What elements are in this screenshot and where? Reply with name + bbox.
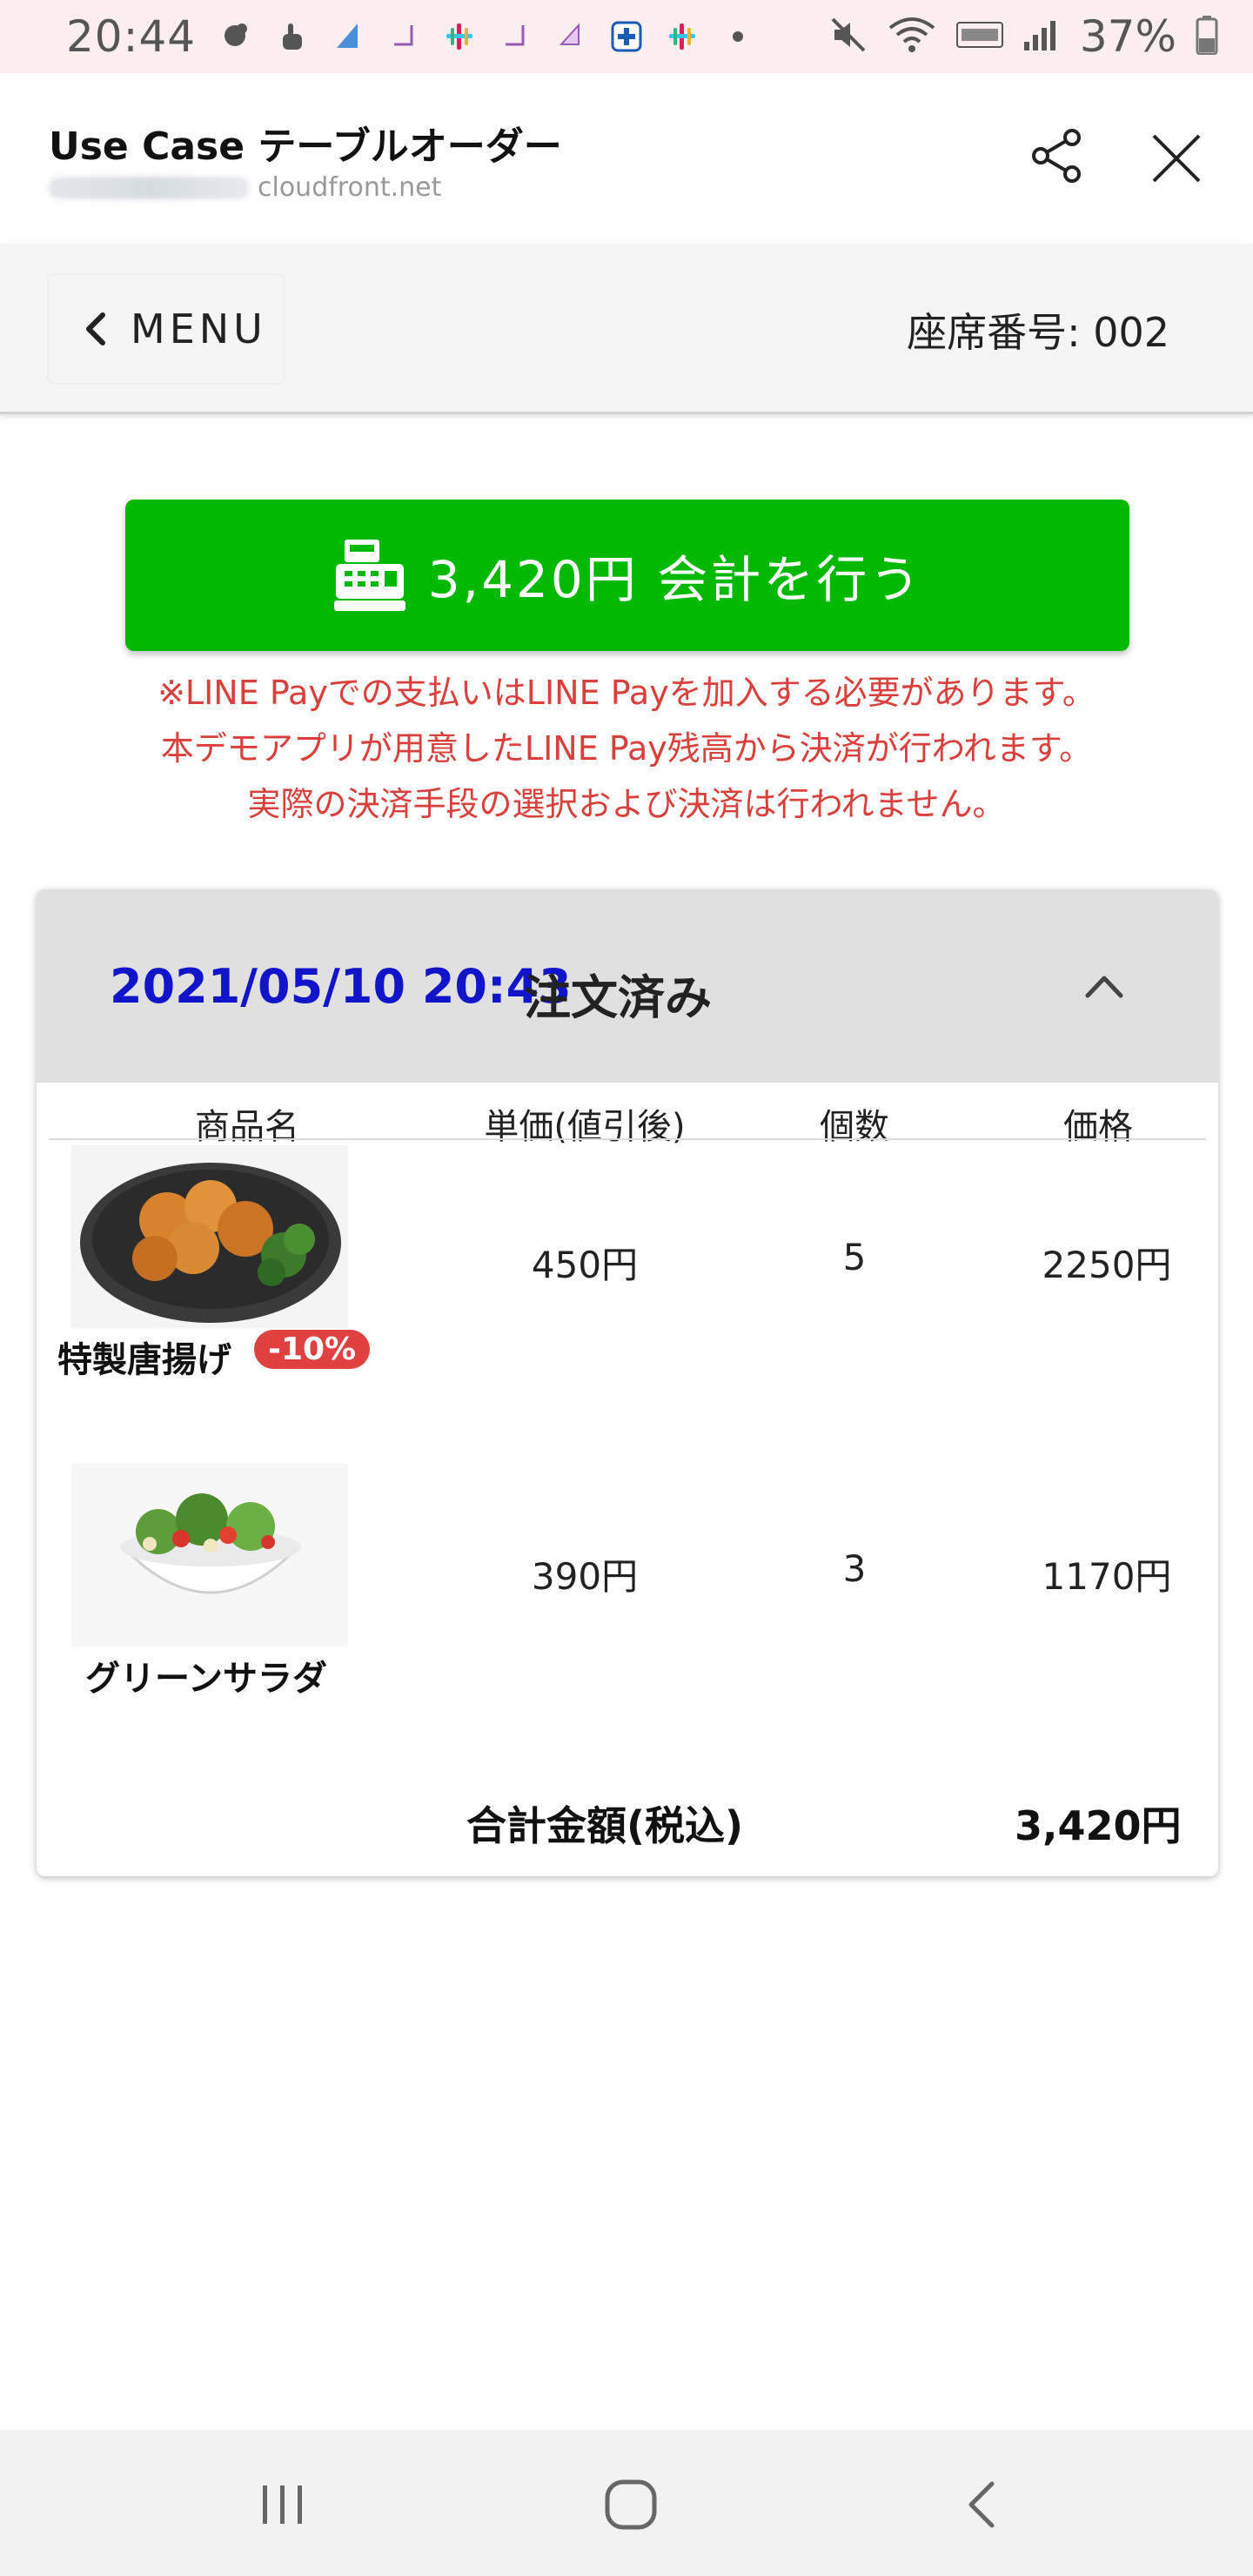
menu-label: MENU xyxy=(131,305,267,352)
notice-line: 実際の決済手段の選択および決済は行われません。 xyxy=(247,785,1006,823)
blurred-subdomain xyxy=(49,176,249,199)
browser-header: Use Case テーブルオーダー cloudfront.net xyxy=(0,73,1253,244)
column-header-unit-price: 単価(値引後) xyxy=(484,1107,686,1147)
domain-text: cloudfront.net xyxy=(258,172,442,203)
home-icon[interactable] xyxy=(600,2477,661,2532)
item-qty: 3 xyxy=(842,1547,867,1590)
battery-percent: 37% xyxy=(1079,11,1176,62)
app-header: MENU 座席番号: 002 xyxy=(0,244,1253,414)
seat-number: 座席番号: 002 xyxy=(907,309,1169,356)
triangle-app-icon xyxy=(332,20,365,53)
purple-app-icon xyxy=(499,20,532,53)
header-divider xyxy=(49,1138,1206,1140)
item-price: 2250円 xyxy=(1042,1244,1172,1286)
url-bar: cloudfront.net xyxy=(49,172,441,203)
status-time: 20:44 xyxy=(66,11,197,62)
mute-icon xyxy=(829,16,868,57)
dot-icon xyxy=(721,20,754,53)
discount-badge: -10% xyxy=(254,1330,371,1369)
page-title: Use Case テーブルオーダー xyxy=(49,124,562,169)
recent-apps-icon[interactable] xyxy=(252,2477,313,2532)
column-header-qty: 個数 xyxy=(820,1107,889,1147)
item-price: 1170円 xyxy=(1042,1555,1172,1598)
item-unit-price: 450円 xyxy=(531,1244,639,1286)
order-datetime: 2021/05/10 20:43 xyxy=(110,959,572,1014)
item-name: グリーンサラダ xyxy=(85,1659,327,1699)
slack-icon xyxy=(666,20,699,53)
checkout-button[interactable]: 3,420円 会計を行う xyxy=(125,500,1129,651)
item-image-karaage xyxy=(71,1145,348,1328)
chevron-left-icon xyxy=(86,312,105,345)
close-icon xyxy=(1152,134,1201,183)
total-value: 3,420円 xyxy=(1015,1802,1182,1849)
item-unit-price: 390円 xyxy=(531,1555,639,1598)
touch-icon xyxy=(276,20,309,53)
column-header-price: 価格 xyxy=(1063,1107,1133,1147)
signal-icon xyxy=(1022,17,1061,56)
payment-notice: ※LINE Payでの支払いはLINE Payを加入する必要があります。 本デモ… xyxy=(0,665,1253,832)
plus-app-icon xyxy=(610,20,643,53)
checkout-label: 3,420円 会計を行う xyxy=(427,550,923,609)
notification-icons xyxy=(220,20,754,53)
wifi-icon xyxy=(887,16,937,57)
purple-app-icon xyxy=(554,20,587,53)
share-button[interactable] xyxy=(1027,125,1088,186)
order-card: 2021/05/10 20:43 注文済み 商品名 単価(値引後) 個数 価格 … xyxy=(37,889,1218,1876)
share-icon xyxy=(1032,129,1081,183)
slack-icon xyxy=(443,20,476,53)
item-image-salad xyxy=(71,1464,348,1647)
purple-app-icon xyxy=(387,20,420,53)
cash-register-icon xyxy=(333,540,405,611)
close-button[interactable] xyxy=(1149,131,1204,186)
app-icon xyxy=(220,20,253,53)
chevron-up-icon[interactable] xyxy=(1081,968,1128,1003)
column-header-name: 商品名 xyxy=(195,1107,299,1147)
volte-icon xyxy=(955,22,1003,51)
item-name: 特製唐揚げ xyxy=(57,1340,231,1380)
order-status: 注文済み xyxy=(524,970,712,1025)
menu-back-button[interactable]: MENU xyxy=(49,275,284,383)
system-nav-bar xyxy=(0,2430,1253,2576)
order-header[interactable]: 2021/05/10 20:43 注文済み xyxy=(37,889,1218,1083)
item-qty: 5 xyxy=(842,1236,867,1278)
total-label: 合計金額(税込) xyxy=(466,1802,744,1849)
back-icon[interactable] xyxy=(952,2477,1013,2532)
notice-line: 本デモアプリが用意したLINE Pay残高から決済が行われます。 xyxy=(160,729,1093,768)
status-bar: 20:44 37% xyxy=(0,0,1253,73)
notice-line: ※LINE Payでの支払いはLINE Payを加入する必要があります。 xyxy=(157,674,1096,712)
battery-icon xyxy=(1196,15,1218,58)
